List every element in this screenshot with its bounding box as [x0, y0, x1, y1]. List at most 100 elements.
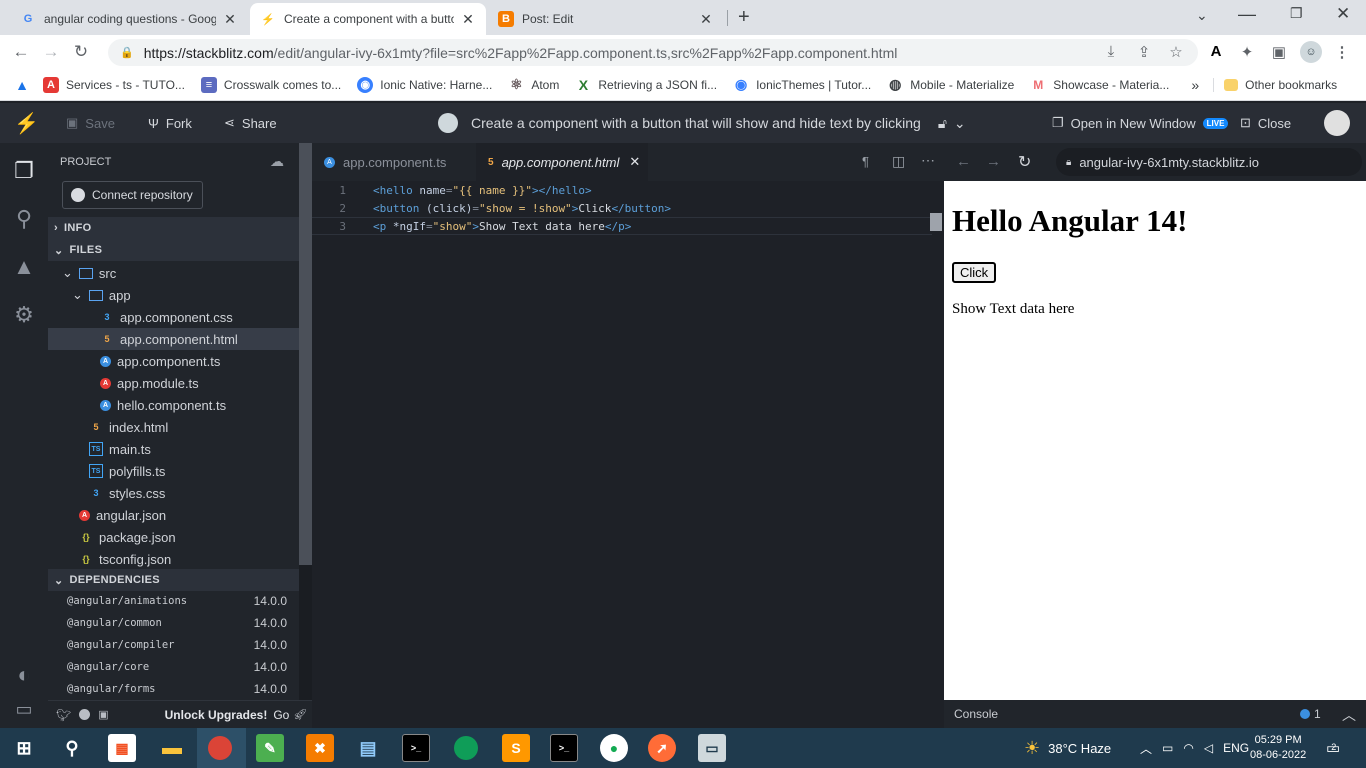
download-cloud-icon[interactable]: ☁ [270, 153, 284, 170]
bookmark-star-icon[interactable]: ☆ [1166, 43, 1186, 61]
xampp-icon[interactable]: ✖ [306, 734, 334, 762]
more-actions-icon[interactable]: ⋯ [921, 152, 935, 169]
firebase-icon[interactable]: ▲ [10, 253, 38, 281]
wifi-icon[interactable]: ◠ [1183, 741, 1193, 755]
tree-file[interactable]: {} package.json [48, 526, 299, 548]
tree-file[interactable]: Aapp.component.ts [48, 350, 299, 372]
tab-app-component-ts[interactable]: A app.component.ts [312, 143, 472, 181]
close-preview-button[interactable]: ⊡ Close [1240, 103, 1291, 143]
profile-avatar[interactable]: ☺ [1300, 41, 1322, 63]
clock[interactable]: 05:29 PM 08-06-2022 [1250, 728, 1306, 768]
info-section-header[interactable]: › INFO [48, 217, 299, 239]
notepad-icon[interactable]: ✎ [256, 734, 284, 762]
tree-folder-app[interactable]: ⌄ app [48, 284, 299, 306]
restore-icon[interactable]: ❐ [1290, 5, 1303, 22]
chrome-menu-icon[interactable]: ⋮ [1332, 43, 1352, 61]
tree-folder-src[interactable]: ⌄ src [48, 262, 299, 284]
tree-file[interactable]: Aangular.json [48, 504, 299, 526]
close-icon[interactable]: ✕ [698, 11, 714, 28]
tree-file-selected[interactable]: 5 app.component.html [48, 328, 299, 350]
discord-icon[interactable]: ▣ [98, 708, 108, 721]
tray-chevron-icon[interactable]: ︿ [1140, 740, 1152, 757]
other-bookmarks[interactable]: Other bookmarks [1213, 77, 1337, 92]
minimap-slider[interactable] [930, 213, 942, 231]
weather-widget[interactable]: ☀ 38°C Haze [1024, 728, 1111, 768]
browser-tab-blogger[interactable]: B Post: Edit ✕ [488, 3, 724, 35]
preview-back-icon[interactable]: ← [956, 153, 971, 170]
fork-button[interactable]: Ψ Fork [148, 103, 192, 143]
unlock-upgrades-link[interactable]: Unlock Upgrades! [165, 708, 268, 722]
go-link[interactable]: Go [273, 708, 289, 722]
tree-file[interactable]: 3 app.component.css [48, 306, 299, 328]
bookmark-item[interactable]: ◉ Ionic Native: Harne... [357, 76, 492, 93]
close-tab-icon[interactable]: ✕ [629, 154, 640, 170]
windows-start-icon[interactable]: ⊞ [10, 734, 38, 762]
settings-gear-icon[interactable]: ⚙ [10, 301, 38, 329]
tree-file[interactable]: TS main.ts [48, 438, 299, 460]
panel-layout-icon[interactable]: ▭ [10, 695, 38, 723]
dependency-row[interactable]: @angular/forms 14.0.0 [67, 678, 297, 700]
dependency-row[interactable]: @angular/common 14.0.0 [67, 612, 297, 634]
share-icon[interactable]: ⇪ [1134, 43, 1154, 61]
tree-file[interactable]: 3 styles.css [48, 482, 299, 504]
extensions-puzzle-icon[interactable]: ✦ [1237, 43, 1257, 61]
install-app-icon[interactable]: ⤓ [1101, 43, 1121, 60]
language-indicator[interactable]: ENG [1223, 741, 1249, 755]
file-explorer-icon[interactable]: ▬ [158, 734, 186, 762]
bookmark-item[interactable]: ⚛ Atom [508, 76, 559, 93]
project-title-button[interactable]: Create a component with a button that wi… [438, 103, 966, 143]
connect-repository-button[interactable]: Connect repository [62, 181, 203, 209]
tree-file[interactable]: TS polyfills.ts [48, 460, 299, 482]
files-section-header[interactable]: ⌄ FILES [48, 239, 299, 261]
sublime-text-icon[interactable]: S [502, 734, 530, 762]
store-icon[interactable]: ▦ [108, 734, 136, 762]
new-tab-plus-icon[interactable]: + [738, 6, 750, 29]
window-close-icon[interactable]: ✕ [1336, 4, 1350, 24]
notifications-icon[interactable]: ▭ 2 [1326, 728, 1340, 768]
theme-toggle-icon[interactable]: ◐ [10, 661, 38, 689]
battery-icon[interactable]: ▭ [1162, 741, 1173, 755]
command-prompt-icon[interactable]: >_ [550, 734, 578, 762]
bookmark-item[interactable]: ◍ Mobile - Materialize [887, 76, 1014, 93]
url-omnibox[interactable]: 🔒 https://stackblitz.com/edit/angular-iv… [108, 39, 1198, 66]
search-icon[interactable]: ⚲ [58, 734, 86, 762]
remote-desktop-icon[interactable]: ▭ [698, 734, 726, 762]
preview-click-button[interactable]: Click [952, 262, 997, 283]
save-button[interactable]: ▣ Save [66, 103, 115, 143]
dependency-row[interactable]: @angular/core 14.0.0 [67, 656, 297, 678]
tree-file[interactable]: Ahello.component.ts [48, 394, 299, 416]
forward-arrow-icon[interactable]: → [36, 42, 66, 62]
tab-search-chevron-icon[interactable]: ⌄ [1196, 7, 1208, 24]
chrome-profile-icon[interactable] [454, 736, 478, 760]
files-icon[interactable]: ❐ [10, 157, 38, 185]
code-editor[interactable]: 1 2 3 <hello name="{{ name }}"></hello> … [312, 181, 944, 728]
side-panel-icon[interactable]: ▣ [1269, 43, 1289, 61]
chevron-up-icon[interactable]: ︿ [1342, 705, 1356, 725]
bookmark-item[interactable]: A Services - ts - TUTO... [43, 76, 185, 93]
bookmark-item[interactable]: ≡ Crosswalk comes to... [200, 76, 341, 93]
browser-tab-stackblitz[interactable]: ⚡ Create a component with a butto ✕ [250, 3, 486, 35]
dependency-row[interactable]: @angular/compiler 14.0.0 [67, 634, 297, 656]
split-editor-icon[interactable]: ◫ [892, 153, 905, 170]
dependencies-section-header[interactable]: ⌄ DEPENDENCIES [48, 569, 299, 591]
volume-icon[interactable]: ◁ [1204, 741, 1213, 755]
bookmarks-overflow[interactable]: » [1191, 77, 1199, 93]
console-bar[interactable]: Console 1 ︿ [944, 700, 1366, 728]
preview-forward-icon[interactable]: → [986, 153, 1001, 170]
search-icon[interactable]: ⚲ [10, 205, 38, 233]
prettier-format-icon[interactable]: ¶ [862, 154, 869, 169]
bookmark-item[interactable]: M Showcase - Materia... [1030, 77, 1169, 93]
apps-icon[interactable]: ▲ [14, 77, 37, 93]
tree-file[interactable]: Aapp.module.ts [48, 372, 299, 394]
share-button[interactable]: ⋖ Share [224, 103, 277, 143]
open-new-window-button[interactable]: ❐ Open in New Window LIVE [1052, 103, 1229, 143]
terminal-icon[interactable]: >_ [402, 734, 430, 762]
preview-url-bar[interactable]: 🔒︎ angular-ivy-6x1mty.stackblitz.io [1056, 148, 1362, 176]
browser-tab-google[interactable]: G angular coding questions - Goog ✕ [10, 3, 248, 35]
tree-file[interactable]: 5 index.html [48, 416, 299, 438]
postman-icon[interactable]: ➚ [648, 734, 676, 762]
tree-file[interactable]: {} tsconfig.json [48, 548, 299, 570]
preview-reload-icon[interactable]: ↻ [1018, 152, 1031, 172]
minimize-icon[interactable]: — [1238, 4, 1256, 25]
bookmark-item[interactable]: X Retrieving a JSON fi... [575, 77, 717, 93]
